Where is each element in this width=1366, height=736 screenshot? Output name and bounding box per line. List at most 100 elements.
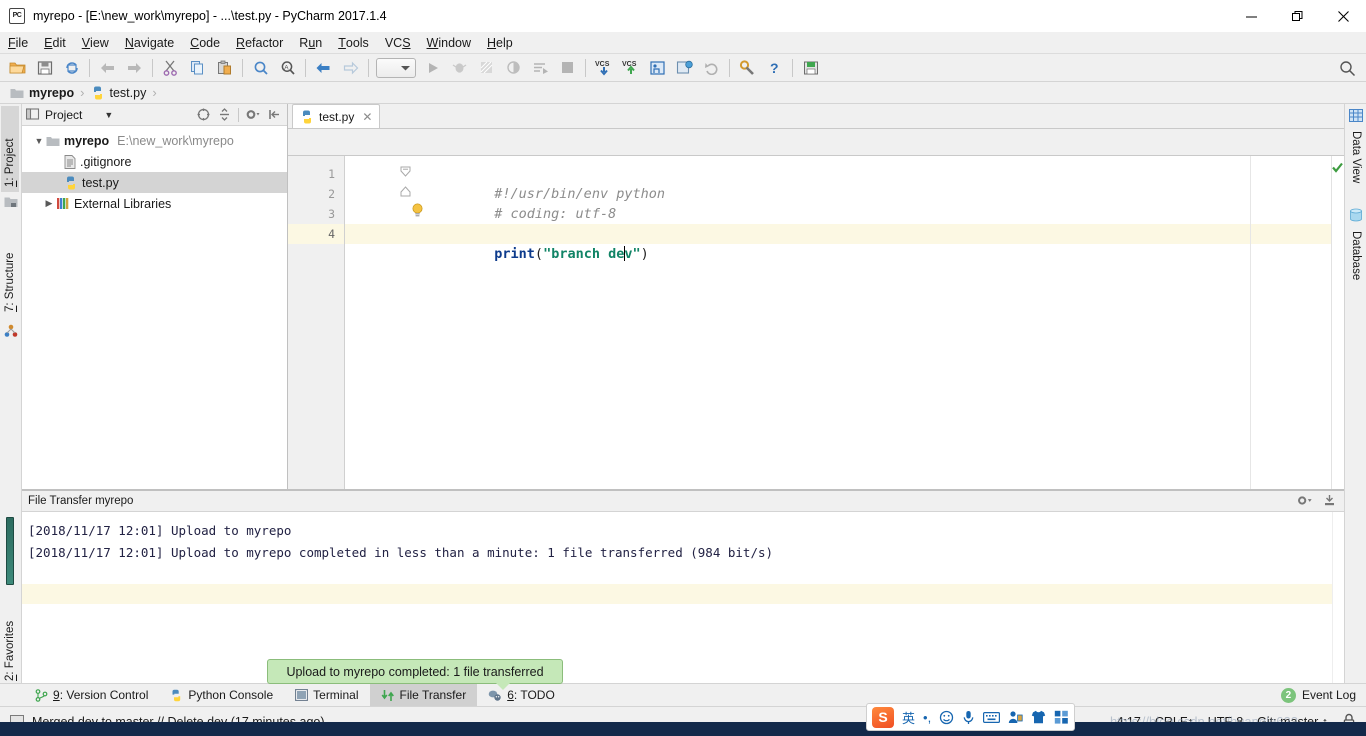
project-view-icon bbox=[26, 108, 40, 120]
chevron-down-icon[interactable]: ▼ bbox=[104, 110, 113, 120]
ime-keyboard-icon[interactable] bbox=[983, 711, 1001, 724]
close-button[interactable] bbox=[1320, 0, 1366, 32]
menu-navigate[interactable]: Navigate bbox=[117, 33, 182, 53]
tree-label-testpy: test.py bbox=[82, 175, 119, 190]
tree-node-external-libraries[interactable]: ▶ External Libraries bbox=[22, 193, 287, 214]
favorites-tab-label: 2: Favorites bbox=[4, 620, 16, 681]
menu-file[interactable]: File bbox=[0, 33, 36, 53]
collapse-all-icon[interactable] bbox=[215, 106, 233, 124]
twisty-expanded-icon[interactable]: ▼ bbox=[32, 136, 46, 146]
menu-vcs[interactable]: VC S bbox=[377, 33, 419, 53]
run-icon[interactable] bbox=[420, 56, 445, 80]
tab-test-py[interactable]: test.py ✕ bbox=[292, 104, 381, 128]
settings-icon[interactable] bbox=[735, 56, 760, 80]
menu-view[interactable]: View bbox=[74, 33, 117, 53]
log-scrollbar[interactable] bbox=[1332, 512, 1344, 683]
sogou-ime-toolbar[interactable]: S 英 •, bbox=[866, 703, 1076, 731]
stop-icon[interactable] bbox=[555, 56, 580, 80]
sidebar-item-favorites[interactable]: 2: Favorites bbox=[1, 593, 19, 686]
hide-icon[interactable] bbox=[265, 106, 283, 124]
version-control-icon bbox=[35, 688, 48, 702]
cut-icon[interactable] bbox=[158, 56, 183, 80]
run-with-console-icon[interactable] bbox=[528, 56, 553, 80]
file-transfer-scroll-thumb[interactable] bbox=[6, 517, 14, 585]
profile-icon[interactable] bbox=[501, 56, 526, 80]
back-arrow-icon[interactable] bbox=[95, 56, 120, 80]
menu-run[interactable]: Run bbox=[291, 33, 330, 53]
tree-node-myrepo[interactable]: ▼ myrepo E:\new_work\myrepo bbox=[22, 130, 287, 151]
settings-sync-icon[interactable] bbox=[672, 56, 697, 80]
close-icon[interactable]: ✕ bbox=[362, 110, 372, 124]
inspection-gutter[interactable] bbox=[1331, 156, 1344, 489]
sidebar-item-structure[interactable]: 7: Structure bbox=[1, 222, 19, 317]
ime-punctuation-icon[interactable]: •, bbox=[923, 710, 931, 725]
project-panel-tools bbox=[194, 106, 283, 124]
sidebar-item-data-view[interactable]: Data View bbox=[1347, 126, 1365, 196]
tool-tab-todo[interactable]: 6: TODO bbox=[477, 684, 566, 707]
paste-icon[interactable] bbox=[212, 56, 237, 80]
maximize-button[interactable] bbox=[1274, 0, 1320, 32]
menu-code[interactable]: Code bbox=[182, 33, 228, 53]
code-content[interactable]: #!/usr/bin/env python # coding: utf-8 pr… bbox=[345, 156, 1344, 489]
file-transfer-title: File Transfer myrepo bbox=[28, 494, 134, 507]
fold-start-icon[interactable] bbox=[400, 165, 411, 181]
tool-tab-terminal[interactable]: Terminal bbox=[284, 684, 369, 707]
find-icon[interactable] bbox=[248, 56, 273, 80]
tree-path-myrepo: E:\new_work\myrepo bbox=[117, 133, 234, 148]
gear-icon[interactable] bbox=[244, 106, 262, 124]
forward-arrow-icon[interactable] bbox=[122, 56, 147, 80]
code-editor[interactable]: 1 2 3 4 #!/usr/bin/env python # coding: … bbox=[288, 156, 1344, 489]
tool-tab-label: 9: Version Control bbox=[53, 688, 149, 702]
copy-icon[interactable] bbox=[185, 56, 210, 80]
sidebar-item-project[interactable]: 1: Project bbox=[1, 106, 19, 192]
sync-icon[interactable] bbox=[59, 56, 84, 80]
tool-tab-file-transfer[interactable]: File Transfer bbox=[369, 683, 478, 707]
run-configuration-dropdown[interactable] bbox=[376, 57, 416, 78]
scroll-to-source-icon[interactable] bbox=[194, 106, 212, 124]
hide-panel-icon[interactable] bbox=[1320, 492, 1338, 510]
menu-edit[interactable]: Edit bbox=[36, 33, 74, 53]
menu-tools[interactable]: Tools bbox=[330, 33, 377, 53]
sogou-logo-icon[interactable]: S bbox=[872, 706, 894, 728]
coverage-icon[interactable] bbox=[474, 56, 499, 80]
navigate-forward-icon[interactable] bbox=[338, 56, 363, 80]
help-icon[interactable]: ? bbox=[762, 56, 787, 80]
debug-icon[interactable] bbox=[447, 56, 472, 80]
breadcrumb-testpy[interactable]: test.py bbox=[87, 82, 151, 104]
ime-apps-icon[interactable] bbox=[1054, 710, 1069, 724]
rollback-icon[interactable] bbox=[699, 56, 724, 80]
code-function-name: print bbox=[494, 246, 535, 262]
search-everywhere-icon[interactable] bbox=[1336, 57, 1358, 79]
navigate-back-icon[interactable] bbox=[311, 56, 336, 80]
open-folder-icon[interactable] bbox=[5, 56, 30, 80]
sidebar-item-database[interactable]: Database bbox=[1347, 226, 1365, 294]
tree-node-gitignore[interactable]: .gitignore bbox=[22, 151, 287, 172]
tree-node-testpy[interactable]: test.py bbox=[22, 172, 287, 193]
twisty-collapsed-icon[interactable]: ▶ bbox=[42, 198, 56, 209]
code-string-close-quote: " bbox=[632, 246, 641, 262]
event-log-area[interactable]: 2 Event Log bbox=[1280, 687, 1366, 703]
fold-end-icon[interactable] bbox=[400, 185, 411, 201]
minimize-button[interactable] bbox=[1228, 0, 1274, 32]
intention-bulb-icon[interactable] bbox=[411, 203, 425, 218]
tool-tab-python-console[interactable]: Python Console bbox=[159, 684, 284, 707]
file-transfer-log[interactable]: [2018/11/17 12:01] Upload to myrepo [201… bbox=[22, 512, 1344, 683]
ime-skin-icon[interactable] bbox=[1031, 710, 1046, 724]
database-save-icon[interactable] bbox=[798, 56, 823, 80]
vcs-update-icon[interactable]: VCS bbox=[591, 56, 616, 80]
breadcrumb-myrepo[interactable]: myrepo bbox=[6, 82, 78, 104]
ime-language-icon[interactable]: 英 bbox=[902, 708, 915, 727]
gear-dropdown-icon[interactable] bbox=[1296, 492, 1314, 510]
ime-mic-icon[interactable] bbox=[962, 710, 975, 725]
save-all-icon[interactable] bbox=[32, 56, 57, 80]
menu-window[interactable]: Window bbox=[419, 33, 479, 53]
menu-help[interactable]: Help bbox=[479, 33, 521, 53]
tool-tab-version-control[interactable]: 9: Version Control bbox=[24, 684, 159, 707]
menu-refactor[interactable]: Refactor bbox=[228, 33, 291, 53]
vcs-commit-icon[interactable]: VCS bbox=[618, 56, 643, 80]
find-replace-icon[interactable]: A bbox=[275, 56, 300, 80]
ime-user-icon[interactable] bbox=[1008, 710, 1023, 724]
right-margin-line bbox=[1250, 156, 1251, 489]
vcs-history-icon[interactable] bbox=[645, 56, 670, 80]
ime-emoji-icon[interactable] bbox=[939, 710, 954, 725]
